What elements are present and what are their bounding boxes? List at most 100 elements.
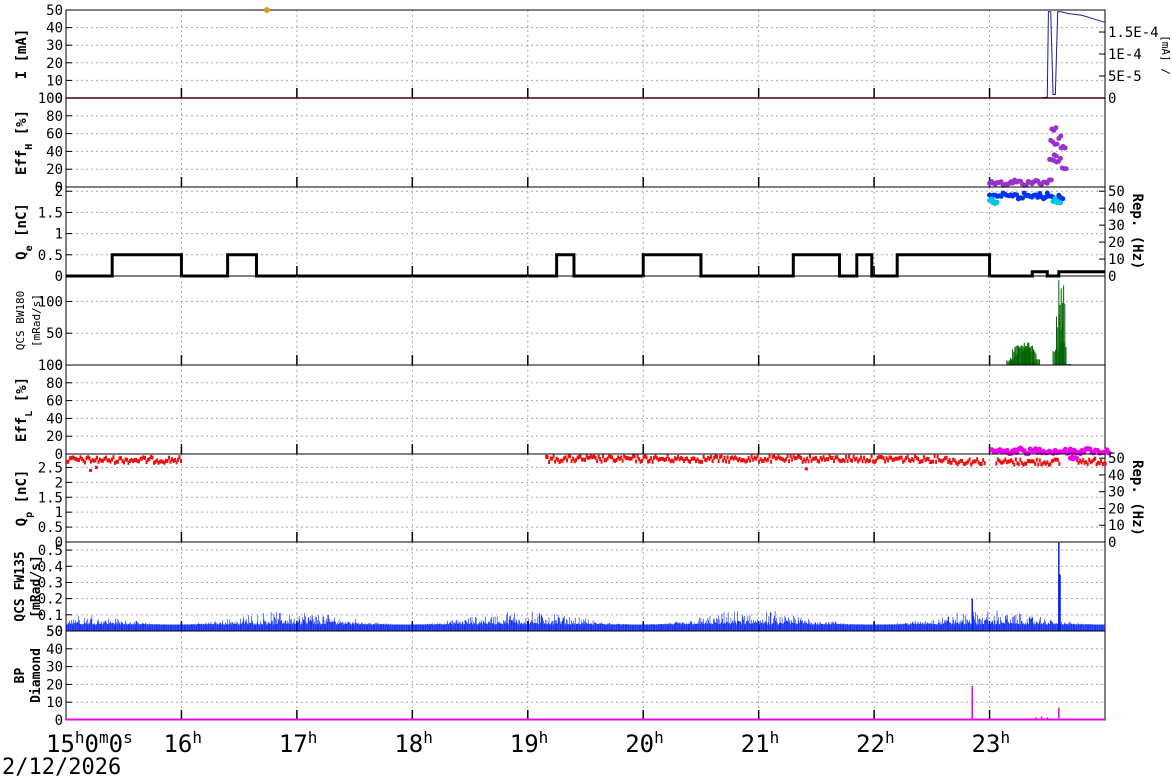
data-point bbox=[584, 458, 587, 463]
data-point bbox=[723, 455, 726, 460]
y-axis-label-2: Diamond bbox=[29, 648, 44, 703]
time-label-16: 16h bbox=[163, 728, 202, 759]
panel-3: 00.511.52Qe [nC]01020304050Rep. (Hz) bbox=[14, 184, 1145, 285]
y-tick-label: 10 bbox=[46, 695, 63, 711]
y-tick-label: 10 bbox=[46, 73, 63, 89]
noise-bars bbox=[65, 610, 1106, 631]
data-point bbox=[786, 454, 789, 459]
data-point bbox=[756, 454, 759, 459]
data-point bbox=[650, 456, 653, 461]
data-point bbox=[809, 454, 812, 459]
y-axis-label: Qe [nC] bbox=[14, 203, 35, 260]
y-tick-label: 1.5 bbox=[38, 205, 63, 221]
time-label-start: 15h0m0s bbox=[46, 728, 133, 759]
right-tick-label: 30 bbox=[1108, 485, 1125, 501]
data-point bbox=[1058, 155, 1064, 161]
y-tick-label: 30 bbox=[46, 38, 63, 54]
data-point bbox=[1053, 153, 1059, 159]
data-point bbox=[728, 459, 731, 464]
panel-frame bbox=[65, 541, 1106, 632]
right-tick-label: 0 bbox=[1108, 269, 1116, 285]
multi-panel-timeseries-chart: 01020304050I [mA]05E-51E-41.5E-4[mA] /02… bbox=[13, 3, 1172, 759]
data-point bbox=[112, 455, 115, 460]
y-axis-label: EffL [%] bbox=[14, 377, 35, 442]
y-axis-label: Qp [nC] bbox=[14, 470, 35, 527]
data-point bbox=[800, 456, 803, 461]
data-point bbox=[807, 459, 810, 464]
y-axis-label: I [mA] bbox=[14, 29, 30, 80]
right-tick-label: 40 bbox=[1108, 201, 1125, 217]
data-point bbox=[1062, 145, 1068, 151]
data-point bbox=[789, 454, 792, 459]
data-point bbox=[178, 455, 181, 460]
series-1 bbox=[66, 454, 1107, 472]
panel-frame bbox=[65, 275, 1106, 366]
data-point bbox=[84, 460, 86, 465]
data-point bbox=[870, 454, 873, 459]
y-tick-label: 100 bbox=[38, 358, 63, 374]
data-point bbox=[633, 454, 636, 459]
data-point bbox=[1058, 200, 1064, 206]
y-tick-label: 60 bbox=[46, 394, 63, 410]
data-point bbox=[791, 457, 794, 462]
data-point bbox=[994, 199, 1000, 205]
time-label-22: 22h bbox=[856, 728, 895, 759]
y-axis-label-2: [mRad/s] bbox=[30, 294, 43, 347]
data-point bbox=[1058, 133, 1064, 139]
panel-frame bbox=[65, 9, 1106, 99]
data-point bbox=[635, 459, 638, 464]
panel-frame bbox=[65, 186, 1106, 277]
time-label-18: 18h bbox=[394, 728, 433, 759]
y-tick-label: 1 bbox=[55, 505, 63, 521]
time-label-19: 19h bbox=[510, 728, 549, 759]
data-point bbox=[566, 458, 569, 463]
y-tick-label: 0.5 bbox=[38, 248, 63, 264]
data-point bbox=[546, 454, 549, 459]
y-tick-label: 20 bbox=[46, 677, 63, 693]
y-tick-label: 100 bbox=[38, 91, 63, 107]
data-point bbox=[935, 459, 938, 464]
series-1 bbox=[1006, 280, 1072, 365]
y-tick-label: 0 bbox=[55, 269, 63, 285]
panel-frame bbox=[65, 364, 1106, 455]
right-axis-label: Rep. (Hz) bbox=[1129, 460, 1145, 536]
data-point bbox=[552, 454, 555, 459]
y-tick-label: 80 bbox=[46, 376, 63, 392]
right-tick-label: 0 bbox=[1108, 91, 1116, 107]
data-point bbox=[144, 455, 146, 460]
y-tick-label: 40 bbox=[46, 642, 63, 658]
y-axis-label: EffH [%] bbox=[14, 110, 35, 175]
panel-2: 020406080100EffH [%] bbox=[14, 91, 1106, 196]
y-tick-label: 40 bbox=[46, 144, 63, 160]
panel-frame bbox=[65, 630, 1106, 721]
y-tick-label: 20 bbox=[46, 162, 63, 178]
data-point bbox=[168, 455, 170, 460]
data-point bbox=[768, 454, 771, 459]
data-point bbox=[900, 455, 903, 460]
time-label-20: 20h bbox=[625, 728, 664, 759]
y-axis-label: QCS BW180 bbox=[14, 291, 27, 351]
y-tick-label: 50 bbox=[46, 624, 63, 640]
right-tick-label: 40 bbox=[1108, 468, 1125, 484]
data-point bbox=[641, 458, 644, 463]
panel-8: 01020304050BP Diamond bbox=[13, 624, 1106, 729]
rep-rate-line bbox=[66, 253, 1105, 278]
right-tick-label: 20 bbox=[1108, 501, 1125, 517]
right-tick-label: 50 bbox=[1108, 451, 1125, 467]
outlier-point bbox=[804, 467, 808, 471]
series-1 bbox=[66, 686, 1105, 721]
y-tick-label: 1.5 bbox=[38, 490, 63, 506]
y-tick-label: 2 bbox=[55, 475, 63, 491]
data-point bbox=[933, 454, 936, 459]
right-tick-label: 1.5E-4 bbox=[1108, 25, 1159, 41]
time-axis: 15h0m0s 16h 17h 18h 19h 20h 21h 22h 23h bbox=[46, 728, 1010, 759]
data-point bbox=[725, 459, 728, 464]
right-tick-label: 1E-4 bbox=[1108, 47, 1142, 63]
data-point bbox=[645, 455, 648, 460]
data-point bbox=[1035, 457, 1038, 462]
data-point bbox=[1013, 462, 1016, 467]
monitor-chart-page: 0 10 20 30 40 50 I [mA] 0 5E-5 1E-4 1.5E-4 [mA] /0 2… bbox=[0, 0, 1172, 782]
panel-6: 00.511.522.5Qp [nC]01020304050Rep. (Hz) bbox=[14, 451, 1145, 551]
outlier-point bbox=[89, 468, 93, 472]
data-point bbox=[851, 458, 854, 463]
